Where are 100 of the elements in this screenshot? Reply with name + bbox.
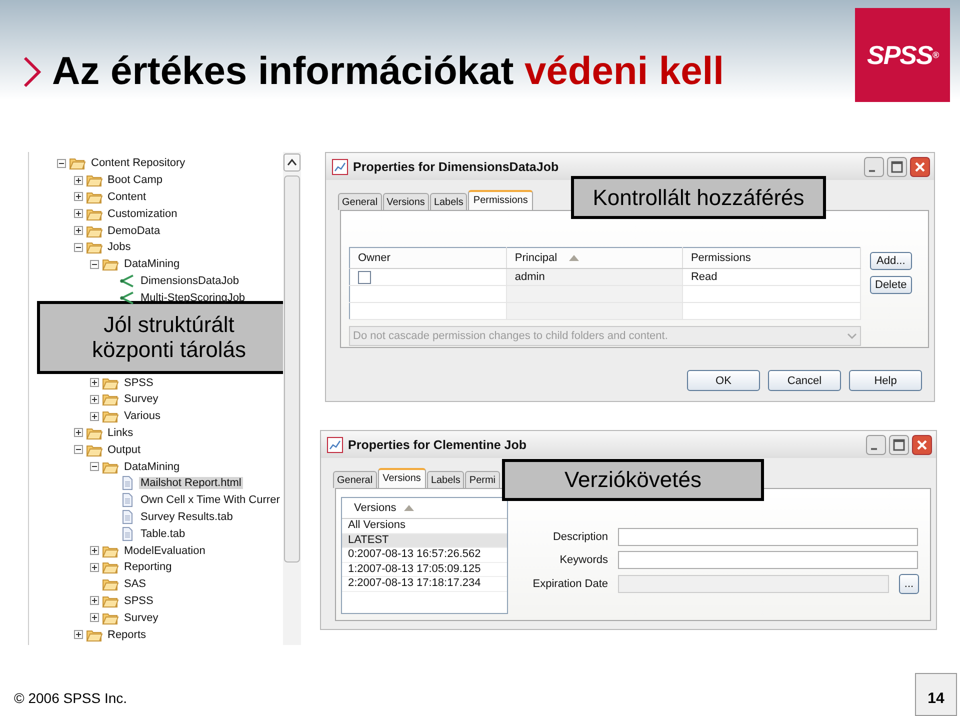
checkbox[interactable]	[358, 270, 371, 284]
chart-icon	[327, 436, 343, 452]
tab[interactable]: Permissions	[468, 190, 533, 210]
tree-item[interactable]: Table.tab	[138, 528, 188, 540]
callout-tooltip: Verziókövetés	[502, 459, 764, 501]
callout-tooltip: Kontrollált hozzáférés	[571, 176, 826, 219]
folder-icon	[69, 156, 86, 170]
tree-item[interactable]: SPSS	[122, 594, 156, 607]
tab[interactable]: Permi	[465, 471, 500, 488]
input-field[interactable]	[618, 528, 918, 546]
close-icon[interactable]	[912, 434, 932, 454]
close-icon[interactable]	[910, 156, 930, 176]
expand-icon[interactable]	[90, 378, 99, 388]
collapse-icon[interactable]	[74, 445, 82, 454]
scrollbar[interactable]	[283, 152, 301, 645]
window-title: Properties for Clementine Job	[348, 438, 527, 452]
collapse-icon[interactable]	[57, 158, 66, 168]
expand-icon[interactable]	[90, 412, 99, 421]
tree-item[interactable]: Various	[122, 410, 162, 422]
tree-item[interactable]: Output	[106, 444, 143, 456]
sort-ascending-icon	[569, 255, 580, 261]
tab[interactable]: General	[338, 193, 382, 210]
tree-item[interactable]: Survey Results.tab	[138, 510, 235, 523]
tree-item[interactable]: Content Repository	[89, 157, 188, 170]
tab[interactable]: Versions	[378, 468, 426, 488]
tree-item[interactable]: Content	[106, 190, 148, 203]
tab[interactable]: Labels	[426, 471, 464, 488]
tree-item[interactable]: DataMining	[122, 460, 182, 473]
collapse-icon[interactable]	[90, 260, 99, 269]
column-header[interactable]: Versions	[354, 502, 396, 514]
dialog-button[interactable]: Cancel	[768, 370, 841, 391]
dialog-button[interactable]: Help	[849, 370, 922, 391]
copyright: © 2006 SPSS Inc.	[14, 690, 128, 706]
folder-icon	[86, 206, 102, 221]
page-number: 14	[915, 673, 957, 716]
chevron-icon	[22, 56, 42, 88]
tree-item[interactable]: Survey	[122, 612, 160, 624]
column-header[interactable]: Permissions	[690, 252, 751, 264]
folder-icon	[102, 376, 119, 390]
folder-icon	[86, 628, 102, 642]
folder-icon	[86, 190, 102, 204]
tree-item[interactable]: Reporting	[122, 561, 174, 574]
tree-item[interactable]: DataMining	[122, 258, 182, 270]
expand-icon[interactable]	[74, 192, 82, 202]
input-field[interactable]	[618, 551, 918, 569]
column-header[interactable]: Owner	[358, 252, 390, 264]
version-item[interactable]: 1:2007-08-13 17:05:09.125	[342, 562, 507, 578]
table-action-button[interactable]: Delete	[870, 276, 912, 294]
expand-icon[interactable]	[90, 546, 99, 556]
folder-icon	[86, 426, 102, 440]
expand-icon[interactable]	[90, 613, 99, 622]
tree-item[interactable]: Mailshot Report.html	[138, 477, 244, 490]
tree-item[interactable]: DimensionsDataJob	[138, 274, 241, 287]
expand-icon[interactable]	[74, 428, 82, 438]
tree-item[interactable]: Links	[106, 426, 136, 439]
tab[interactable]: Labels	[430, 193, 468, 210]
tab[interactable]: Versions	[382, 193, 429, 210]
tree-item[interactable]: Jobs	[106, 241, 133, 254]
tree-item[interactable]: SPSS	[122, 376, 156, 389]
branch-icon	[118, 274, 136, 288]
folder-icon	[102, 544, 119, 558]
minimize-icon[interactable]	[864, 156, 884, 176]
maximize-icon[interactable]	[889, 434, 909, 454]
expand-icon[interactable]	[90, 394, 99, 404]
branch-icon	[118, 290, 136, 305]
version-item[interactable]: 0:2007-08-13 16:57:26.562	[342, 548, 507, 563]
expand-icon[interactable]	[74, 226, 82, 236]
collapse-icon[interactable]	[90, 462, 99, 472]
tree-item[interactable]: Survey	[122, 393, 160, 406]
tree-item[interactable]: Own Cell x Time With Currer	[138, 494, 282, 506]
tree-item[interactable]: Multi-StepScoringJob	[138, 292, 248, 304]
folder-icon	[102, 409, 119, 424]
folder-icon	[102, 257, 119, 272]
folder-icon	[102, 460, 119, 474]
table-cell: admin	[514, 271, 545, 283]
version-item[interactable]: 2:2007-08-13 17:18:17.234	[342, 577, 507, 592]
folder-icon	[102, 610, 119, 625]
maximize-icon[interactable]	[887, 156, 907, 176]
tab[interactable]: General	[333, 471, 377, 488]
expand-icon[interactable]	[74, 630, 82, 640]
tree-item[interactable]: Reports	[106, 628, 148, 641]
folder-icon	[86, 240, 102, 254]
table-action-button[interactable]: Add...	[870, 252, 912, 270]
tree-item[interactable]: Boot Camp	[106, 174, 165, 186]
dialog-button[interactable]: OK	[687, 370, 760, 391]
tree-item[interactable]: SAS	[122, 578, 148, 590]
folder-icon	[102, 560, 119, 574]
expand-icon[interactable]	[90, 596, 99, 606]
collapse-icon[interactable]	[74, 242, 82, 252]
expand-icon[interactable]	[74, 209, 82, 218]
window-title: Properties for DimensionsDataJob	[353, 160, 559, 174]
version-item[interactable]: LATEST	[342, 534, 507, 548]
tree-item[interactable]: DemoData	[106, 224, 162, 237]
minimize-icon[interactable]	[866, 434, 886, 454]
tree-item[interactable]: Customization	[106, 208, 180, 220]
folder-icon	[102, 392, 119, 406]
expand-icon[interactable]	[90, 562, 99, 572]
tree-item[interactable]: ModelEvaluation	[122, 544, 208, 557]
column-header[interactable]: Principal	[514, 252, 558, 264]
expand-icon[interactable]	[74, 176, 82, 185]
